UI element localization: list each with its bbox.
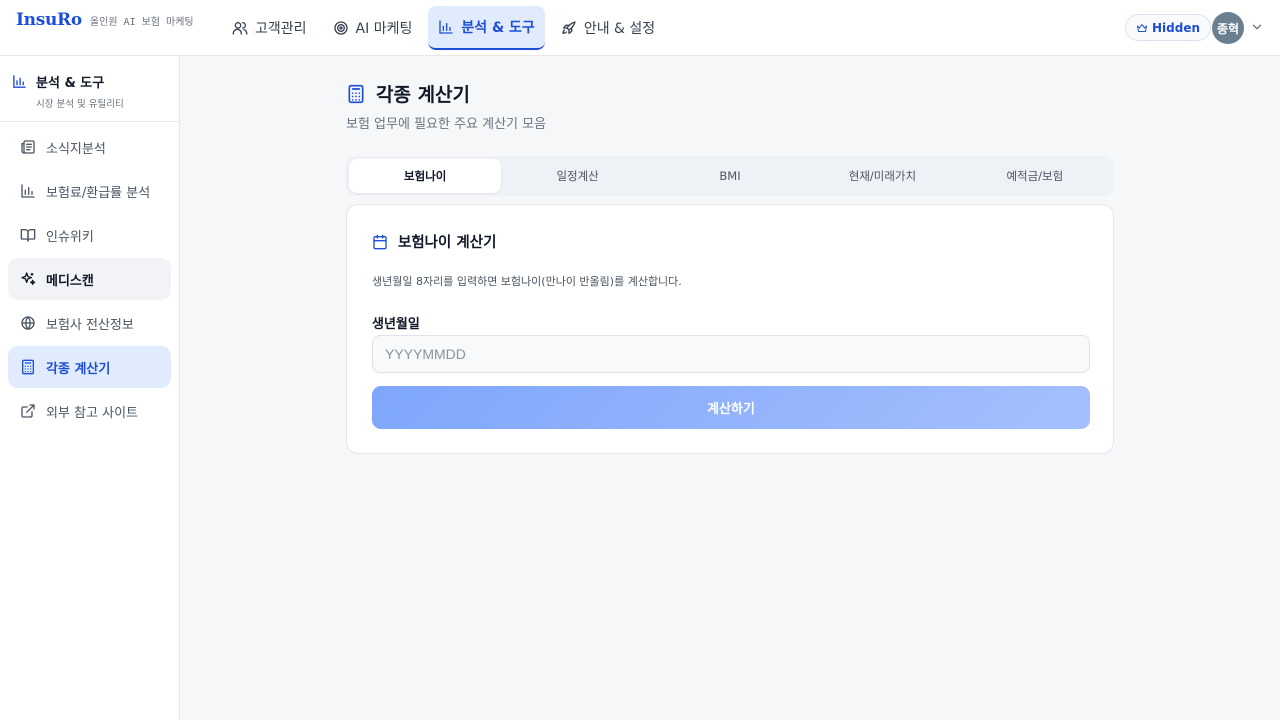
external-link-icon (21, 404, 35, 418)
calculate-button[interactable]: 계산하기 (372, 386, 1090, 429)
sparkles-icon (21, 272, 36, 285)
rocket-icon (562, 21, 576, 34)
top-navigation-bar: InsuRo 올인원 AI 보험 마케팅 고객관리 AI 마케팅 분석 & 도구… (0, 0, 1280, 56)
sidebar-menu: 소식지분석 보험료/환급률 분석 인슈위키 메디스캔 보험사 전산정보 각종 계… (8, 126, 171, 434)
book-open-icon (20, 229, 36, 242)
calculator-icon (348, 84, 364, 103)
nav-item-label: AI 마케팅 (355, 21, 413, 37)
sidebar-item-premium-refund-analysis[interactable]: 보험료/환급률 분석 (8, 170, 171, 212)
sidebar-item-label: 인슈위키 (46, 229, 94, 245)
bar-chart-icon (21, 184, 35, 198)
tab-insurance-age[interactable]: 보험나이 (349, 159, 502, 193)
brand-tagline: 올인원 AI 보험 마케팅 (89, 17, 194, 28)
sidebar-subtitle: 시장 분석 및 유틸리티 (36, 99, 124, 110)
plan-badge-label: Hidden (1152, 20, 1201, 35)
sidebar-item-newsletter-analysis[interactable]: 소식지분석 (8, 126, 171, 168)
chevron-down-icon[interactable] (1250, 20, 1264, 34)
bar-chart-icon (439, 20, 453, 34)
insurance-age-calculator-card: 보험나이 계산기 생년월일 8자리를 입력하면 보험나이(만나이 반올림)를 계… (346, 204, 1114, 454)
card-description: 생년월일 8자리를 입력하면 보험나이(만나이 반올림)를 계산합니다. (372, 275, 682, 288)
page-title: 각종 계산기 (376, 84, 471, 106)
users-icon (232, 22, 248, 35)
target-icon (333, 21, 348, 35)
nav-item-customers[interactable]: 고객관리 (222, 6, 317, 50)
page-subtitle: 보험 업무에 필요한 주요 계산기 모음 (346, 117, 547, 132)
nav-item-label: 안내 & 설정 (583, 21, 656, 37)
birthdate-label: 생년월일 (372, 317, 420, 332)
sidebar-item-label: 외부 참고 사이트 (46, 405, 138, 421)
sidebar-title: 분석 & 도구 (36, 76, 105, 91)
globe-icon (21, 315, 35, 331)
sidebar: 분석 & 도구 시장 분석 및 유틸리티 소식지분석 보험료/환급률 분석 인슈… (0, 56, 180, 720)
calendar-icon (373, 234, 387, 249)
sidebar-item-label: 보험료/환급률 분석 (46, 185, 151, 201)
card-header: 보험나이 계산기 (372, 231, 496, 252)
sidebar-item-external-sites[interactable]: 외부 참고 사이트 (8, 390, 171, 432)
nav-item-ai-marketing[interactable]: AI 마케팅 (323, 6, 423, 50)
sidebar-item-mediscan[interactable]: 메디스캔 (8, 258, 171, 300)
plan-badge-button[interactable]: Hidden (1125, 14, 1212, 41)
sidebar-item-label: 각종 계산기 (46, 361, 111, 377)
tab-date-calc[interactable]: 일정계산 (501, 159, 653, 193)
brand[interactable]: InsuRo 올인원 AI 보험 마케팅 (16, 10, 194, 30)
crown-icon (1137, 23, 1147, 32)
sidebar-item-insurer-systems[interactable]: 보험사 전산정보 (8, 302, 171, 344)
tab-bmi[interactable]: BMI (654, 159, 806, 193)
avatar[interactable]: 종혁 (1212, 12, 1244, 44)
page-header: 각종 계산기 (346, 80, 470, 107)
nav-item-guide-settings[interactable]: 안내 & 설정 (551, 6, 665, 50)
sidebar-item-label: 메디스캔 (46, 273, 94, 289)
tab-present-future-value[interactable]: 현재/미래가치 (806, 159, 958, 193)
birthdate-input[interactable] (372, 335, 1090, 373)
sidebar-header: 분석 & 도구 시장 분석 및 유틸리티 (0, 56, 179, 122)
tab-savings-insurance[interactable]: 예적금/보험 (959, 159, 1111, 193)
sidebar-item-label: 소식지분석 (46, 141, 106, 157)
calculator-tabs: 보험나이 일정계산 BMI 현재/미래가치 예적금/보험 (346, 156, 1114, 196)
main-nav: 고객관리 AI 마케팅 분석 & 도구 안내 & 설정 (222, 6, 665, 50)
brand-logo[interactable]: InsuRo (16, 10, 82, 30)
sidebar-item-label: 보험사 전산정보 (46, 317, 134, 333)
calculator-icon (22, 359, 34, 375)
newspaper-icon (21, 140, 35, 154)
nav-item-label: 분석 & 도구 (461, 20, 535, 36)
card-title: 보험나이 계산기 (398, 235, 497, 251)
nav-item-analysis-tools[interactable]: 분석 & 도구 (428, 6, 545, 50)
bar-chart-icon (13, 75, 26, 88)
sidebar-item-calculators[interactable]: 각종 계산기 (8, 346, 171, 388)
sidebar-item-insuwiki[interactable]: 인슈위키 (8, 214, 171, 256)
nav-item-label: 고객관리 (255, 21, 307, 37)
